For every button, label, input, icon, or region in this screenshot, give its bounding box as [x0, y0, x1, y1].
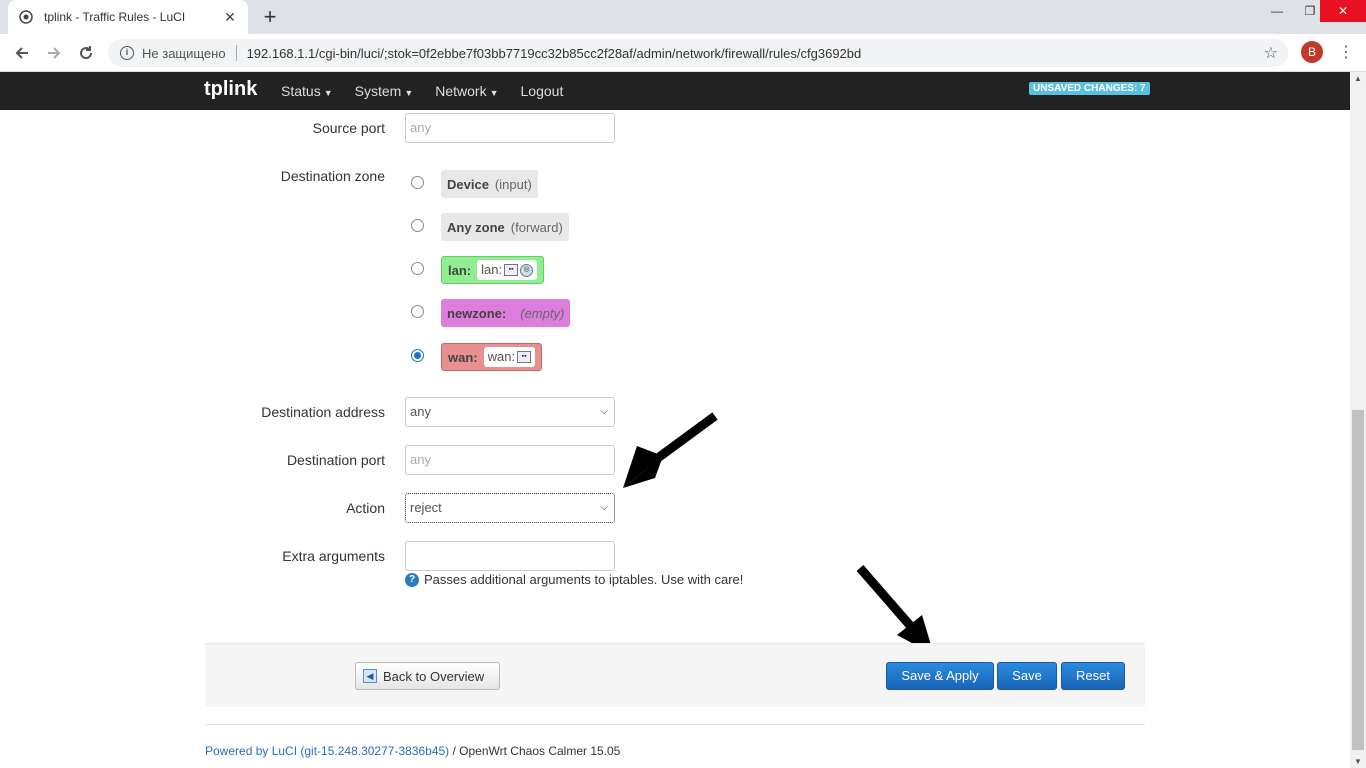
destination-port-label: Destination port [286, 452, 385, 468]
ethernet-port-icon: ▪▪ [517, 351, 532, 363]
zone-name: wan: [448, 349, 478, 365]
source-port-input[interactable]: any [405, 113, 615, 143]
page-scrollbar[interactable]: ▲ ▼ [1350, 72, 1366, 768]
zone-sub: (forward) [510, 219, 563, 235]
info-icon[interactable]: i [120, 46, 134, 60]
destination-zone-label: Destination zone [280, 168, 385, 184]
omnibox-divider [235, 45, 237, 61]
form-actions-bar: ◀ Back to Overview Save & Apply Save Res… [205, 643, 1145, 707]
zone-sub: (empty) [520, 305, 565, 321]
nav-system[interactable]: System ▼ [344, 72, 425, 110]
zone-interfaces: lan: ▪▪ ◎ [477, 260, 538, 280]
zone-name: lan: [448, 262, 472, 278]
profile-avatar[interactable]: B [1301, 41, 1323, 63]
scroll-up-icon[interactable]: ▲ [1354, 74, 1362, 83]
luci-link[interactable]: Powered by LuCI (git-15.248.30277-3836b4… [205, 744, 449, 758]
zone-badge-wan[interactable]: wan: wan: ▪▪ [441, 343, 543, 371]
browser-tabstrip: tplink - Traffic Rules - LuCI ✕ + — ❐ ✕ [0, 0, 1366, 34]
back-to-overview-button[interactable]: ◀ Back to Overview [355, 662, 500, 690]
save-apply-button[interactable]: Save & Apply [886, 662, 994, 690]
back-arrow-icon: ◀ [363, 669, 377, 683]
source-port-label: Source port [312, 120, 385, 136]
caret-down-icon: ▼ [404, 88, 414, 98]
zone-name: newzone: [447, 305, 507, 321]
nav-system-label: System [354, 83, 402, 99]
destination-address-label: Destination address [261, 404, 385, 420]
zone-badge-lan[interactable]: lan: lan: ▪▪ ◎ [441, 256, 545, 284]
save-button[interactable]: Save [997, 662, 1057, 690]
ethernet-port-icon: ▪▪ [504, 264, 519, 276]
brand-logo[interactable]: tplink [204, 78, 257, 101]
tab-close-icon[interactable]: ✕ [222, 9, 238, 26]
luci-header: tplink Status ▼ System ▼ Network ▼ Logout U… [0, 72, 1350, 110]
help-text: Passes additional arguments to iptables.… [424, 572, 744, 587]
browser-menu-icon[interactable]: ⋮ [1338, 42, 1354, 62]
select-value: any [410, 404, 431, 419]
zone-radio-device[interactable] [411, 176, 424, 189]
extra-arguments-help: ? Passes additional arguments to iptable… [405, 572, 743, 587]
extra-arguments-label: Extra arguments [282, 548, 385, 564]
action-select[interactable]: reject ⌵ [405, 493, 615, 523]
back-button-label: Back to Overview [383, 668, 485, 684]
browser-tab[interactable]: tplink - Traffic Rules - LuCI ✕ [8, 0, 248, 34]
help-icon: ? [405, 572, 419, 587]
new-tab-button[interactable]: + [258, 4, 282, 30]
powered-by: Powered by LuCI (git-15.248.30277-3836b4… [205, 744, 620, 758]
nav-status[interactable]: Status ▼ [270, 72, 344, 110]
favicon-icon [18, 9, 34, 25]
bookmark-star-icon[interactable]: ☆ [1264, 43, 1278, 63]
main-nav: Status ▼ System ▼ Network ▼ Logout [270, 72, 574, 110]
back-icon[interactable] [10, 41, 34, 65]
annotation-arrow-icon [623, 412, 718, 488]
caret-down-icon: ▼ [323, 88, 333, 98]
url-text[interactable]: 192.168.1.1/cgi-bin/luci/;stok=0f2ebbe7f… [247, 46, 862, 61]
scrollbar-thumb[interactable] [1352, 410, 1364, 750]
chevron-down-icon: ⌵ [600, 502, 608, 513]
select-value: reject [410, 500, 442, 515]
zone-badge-newzone[interactable]: newzone: (empty) [441, 299, 571, 327]
destination-port-input[interactable]: any [405, 445, 615, 475]
nav-network[interactable]: Network ▼ [424, 72, 509, 110]
wifi-globe-icon: ◎ [520, 263, 534, 277]
reload-icon[interactable] [74, 41, 98, 65]
zone-radio-any[interactable] [411, 219, 424, 232]
action-label: Action [346, 500, 385, 516]
nav-logout[interactable]: Logout [510, 72, 575, 110]
nav-network-label: Network [435, 83, 487, 99]
scroll-down-icon[interactable]: ▼ [1354, 757, 1362, 766]
window-close-button[interactable]: ✕ [1320, 0, 1366, 22]
forward-icon[interactable] [42, 41, 66, 65]
iface-label: wan: [487, 349, 516, 364]
zone-name: Any zone [447, 219, 505, 235]
footer-divider [205, 724, 1145, 725]
zone-badge-device[interactable]: Device (input) [441, 170, 538, 198]
iface-label: lan: [481, 262, 503, 277]
not-secure-label: Не защищено [142, 45, 226, 61]
zone-interfaces: wan: ▪▪ [483, 347, 536, 367]
reset-button[interactable]: Reset [1061, 662, 1125, 690]
zone-name: Device [447, 176, 489, 192]
openwrt-version: / OpenWrt Chaos Calmer 15.05 [449, 744, 621, 758]
chevron-down-icon: ⌵ [600, 406, 608, 417]
zone-radio-lan[interactable] [411, 262, 424, 275]
page-content: Source port any Destination zone Device … [0, 110, 1350, 768]
omnibox[interactable]: i Не защищено 192.168.1.1/cgi-bin/luci/;… [108, 39, 1288, 67]
extra-arguments-input[interactable] [405, 541, 615, 571]
zone-badge-any[interactable]: Any zone (forward) [441, 213, 569, 241]
zone-radio-wan[interactable] [411, 349, 424, 362]
caret-down-icon: ▼ [489, 88, 499, 98]
zone-radio-newzone[interactable] [411, 305, 424, 318]
address-bar-row: i Не защищено 192.168.1.1/cgi-bin/luci/;… [0, 34, 1366, 72]
tab-title: tplink - Traffic Rules - LuCI [44, 10, 186, 24]
unsaved-changes-badge[interactable]: UNSAVED CHANGES: 7 [1029, 82, 1150, 95]
nav-status-label: Status [281, 83, 321, 99]
zone-sub: (input) [494, 176, 532, 192]
destination-address-select[interactable]: any ⌵ [405, 397, 615, 427]
